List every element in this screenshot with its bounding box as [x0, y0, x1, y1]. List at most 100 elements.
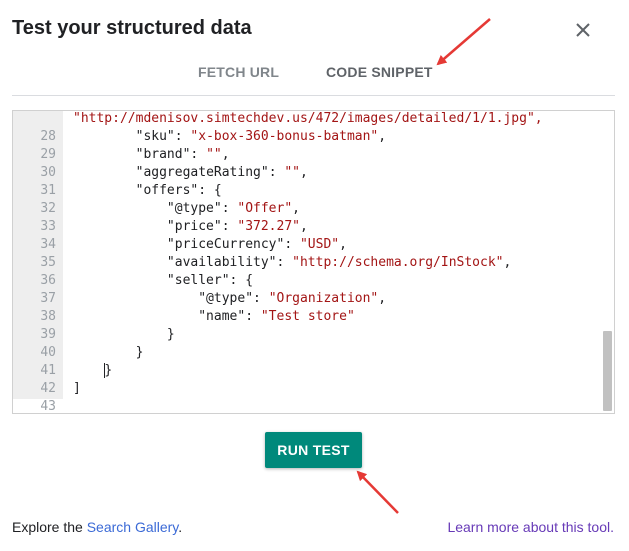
key-token: "aggregateRating" — [135, 165, 269, 180]
line-code: } — [73, 326, 175, 344]
punct-token: , — [292, 201, 300, 216]
key-token: "@type" — [166, 201, 222, 216]
punct-token: , — [378, 129, 387, 144]
line-code: "availability": "http://schema.org/InSto… — [73, 254, 511, 272]
punct-token — [73, 129, 136, 144]
punct-token: : { — [229, 273, 254, 288]
line-number: 29 — [40, 147, 56, 162]
line-number: 43 — [40, 399, 56, 414]
tab-divider — [12, 95, 615, 96]
close-icon[interactable] — [573, 20, 593, 40]
key-token: "@type" — [198, 291, 254, 306]
key-token: "brand" — [135, 147, 191, 162]
punct-token: } — [73, 345, 144, 360]
line-code: "aggregateRating": "", — [73, 164, 308, 182]
string-token: "372.27" — [237, 219, 300, 234]
line-number: 35 — [40, 255, 56, 270]
line-number: 40 — [40, 345, 56, 360]
string-token: "http://schema.org/InStock" — [292, 255, 504, 270]
line-number: 39 — [40, 327, 56, 342]
punct-token: : — [221, 201, 238, 216]
string-token: "http://mdenisov.simtechdev.us/472/image… — [73, 111, 543, 126]
punct-token: : { — [198, 183, 222, 198]
line-number: 41 — [40, 363, 56, 378]
line-number: 38 — [40, 309, 56, 324]
line-code: "offers": { — [73, 182, 222, 200]
line-code: ] — [73, 380, 81, 398]
line-code: "name": "Test store" — [73, 308, 355, 326]
key-token: "seller" — [166, 273, 230, 288]
string-token: "x-box-360-bonus-batman" — [190, 129, 379, 144]
punct-token: : — [276, 255, 293, 270]
punct-token: } — [73, 327, 175, 342]
punct-token — [73, 273, 167, 288]
search-gallery-link[interactable]: Search Gallery — [87, 519, 179, 535]
key-token: "offers" — [135, 183, 199, 198]
punct-token: } — [104, 363, 113, 378]
footer-explore-suffix: . — [178, 519, 183, 535]
line-number: 37 — [40, 291, 56, 306]
punct-token: , — [221, 147, 230, 162]
line-number: 33 — [40, 219, 56, 234]
punct-token: , — [503, 255, 512, 270]
key-token: "availability" — [166, 255, 277, 270]
punct-token: , — [378, 291, 387, 306]
line-code: "http://mdenisov.simtechdev.us/472/image… — [73, 111, 543, 128]
punct-token: ] — [73, 381, 81, 396]
punct-token: : — [284, 237, 300, 252]
editor-scrollbar[interactable] — [603, 331, 612, 411]
punct-token — [73, 291, 198, 306]
punct-token — [73, 237, 167, 252]
punct-token: , — [339, 237, 347, 252]
line-number: 30 — [40, 165, 56, 180]
dialog-title: Test your structured data — [12, 17, 252, 39]
punct-token — [73, 183, 136, 198]
code-editor[interactable]: "http://mdenisov.simtechdev.us/472/image… — [12, 110, 615, 414]
line-number: 28 — [40, 129, 56, 144]
line-code: "price": "372.27", — [73, 218, 308, 236]
line-number: 34 — [40, 237, 56, 252]
string-token: "Test store" — [260, 309, 355, 324]
key-token: "priceCurrency" — [166, 237, 285, 252]
line-number: 36 — [40, 273, 56, 288]
string-token: "Offer" — [237, 201, 293, 216]
punct-token — [73, 147, 136, 162]
punct-token — [73, 309, 198, 324]
punct-token: : — [253, 291, 269, 306]
line-number: 32 — [40, 201, 56, 216]
punct-token — [73, 201, 167, 216]
string-token: "Organization" — [268, 291, 379, 306]
footer-explore: Explore the Search Gallery. — [12, 519, 182, 535]
punct-token — [73, 219, 167, 234]
arrow-to-run-test-button — [356, 470, 399, 514]
string-token: "USD" — [299, 237, 340, 252]
punct-token — [73, 363, 104, 378]
line-number: 31 — [40, 183, 56, 198]
learn-more-link[interactable]: Learn more about this tool. — [447, 519, 614, 535]
string-token: "" — [206, 147, 222, 162]
line-code: } — [73, 362, 112, 380]
tab-code-snippet[interactable]: CODE SNIPPET — [326, 64, 433, 80]
line-code: "priceCurrency": "USD", — [73, 236, 347, 254]
string-token: "" — [284, 165, 300, 180]
punct-token: : — [245, 309, 261, 324]
line-code: "@type": "Organization", — [73, 290, 386, 308]
tab-fetch-url[interactable]: FETCH URL — [198, 64, 279, 80]
punct-token: : — [221, 219, 238, 234]
punct-token — [73, 255, 167, 270]
line-code: "brand": "", — [73, 146, 230, 164]
line-code: "sku": "x-box-360-bonus-batman", — [73, 128, 386, 146]
punct-token: : — [190, 147, 207, 162]
run-test-button[interactable]: RUN TEST — [265, 432, 362, 468]
punct-token: : — [174, 129, 191, 144]
punct-token: , — [300, 165, 308, 180]
key-token: "sku" — [135, 129, 175, 144]
key-token: "price" — [166, 219, 222, 234]
line-code: } — [73, 344, 144, 362]
footer-explore-prefix: Explore the — [12, 519, 87, 535]
line-code: "@type": "Offer", — [73, 200, 300, 218]
tab-bar: FETCH URL CODE SNIPPET — [0, 56, 629, 96]
line-number: 42 — [40, 381, 56, 396]
key-token: "name" — [198, 309, 246, 324]
punct-token — [73, 165, 136, 180]
